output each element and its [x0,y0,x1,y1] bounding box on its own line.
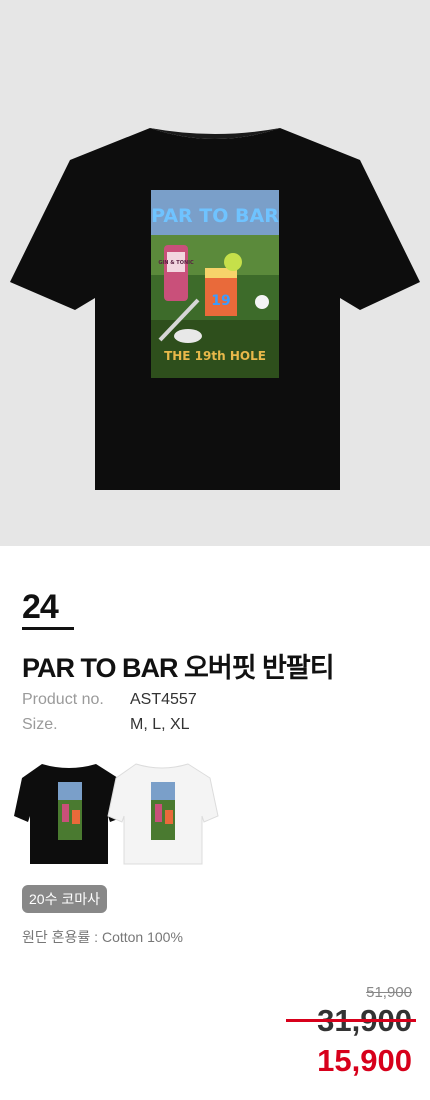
tshirt-thumbnails-icon [14,763,219,865]
sale-price-strikethrough [286,1019,416,1022]
artwork-headline: PAR TO BAR [151,205,279,227]
white-tshirt-thumbnail[interactable] [107,763,219,865]
spec-label: Product no. [22,691,104,708]
product-number: 24 [22,588,59,626]
spec-value: M, L, XL [130,716,190,733]
spec-value: AST4557 [130,691,197,708]
product-hero-image: PAR TO BAR GIN & TONIC 19 THE 19th HOLE [0,0,430,546]
artwork-glass-number: 19 [211,293,230,309]
fabric-badge: 20수 코마사 [22,885,107,913]
artwork-bottle-label: GIN & TONIC [158,260,194,266]
black-tshirt-illustration: PAR TO BAR GIN & TONIC 19 THE 19th HOLE [10,128,420,490]
fabric-composition: 원단 혼용률 : Cotton 100% [22,929,183,945]
spec-size: Size. M, L, XL [22,716,190,734]
color-thumbnails [14,758,236,870]
original-price: 51,900 [366,984,412,1001]
product-title: PAR TO BAR 오버핏 반팔티 [22,653,335,683]
artwork-footer-text: THE 19th HOLE [164,349,266,363]
spec-product-no: Product no. AST4557 [22,691,197,709]
spec-label: Size. [22,716,58,733]
number-underline [22,627,74,630]
final-price: 15,900 [317,1043,412,1078]
